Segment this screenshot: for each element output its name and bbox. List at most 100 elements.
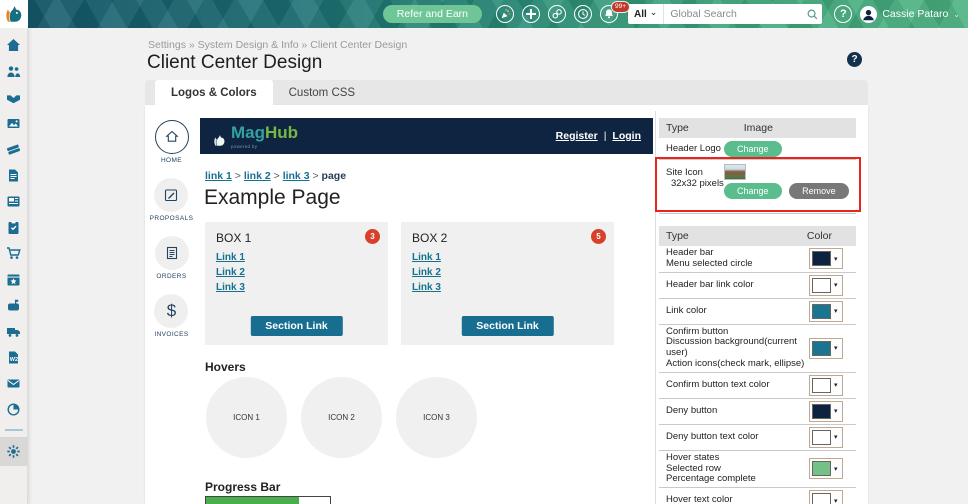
page-help-icon[interactable]: ? bbox=[847, 52, 862, 67]
color-picker-dropdown[interactable]: ▾ bbox=[809, 301, 843, 322]
change-site-icon-button[interactable]: Change bbox=[724, 183, 782, 199]
hover-icon-1[interactable]: ICON 1 bbox=[206, 377, 287, 458]
hover-icon-3[interactable]: ICON 3 bbox=[396, 377, 477, 458]
color-row-label: Hover text color bbox=[666, 495, 809, 504]
chain-link-icon bbox=[551, 8, 563, 20]
tab-logos-and-colors[interactable]: Logos & Colors bbox=[155, 80, 273, 105]
preview-breadcrumb-link[interactable]: link 2 bbox=[244, 170, 271, 182]
tab-custom-css[interactable]: Custom CSS bbox=[273, 80, 371, 105]
add-icon[interactable] bbox=[522, 5, 540, 23]
sidebar-item-reports[interactable] bbox=[6, 401, 22, 417]
color-picker-dropdown[interactable]: ▾ bbox=[809, 401, 843, 422]
color-row-header-bar: Header bar Menu selected circle ▾ bbox=[659, 246, 856, 273]
preview-boxes: BOX 1 3 Link 1 Link 2 Link 3 Section Lin… bbox=[205, 222, 655, 345]
search-scope-dropdown[interactable]: All ⌄ bbox=[628, 4, 664, 24]
notifications-bell-icon[interactable]: 99+ bbox=[600, 5, 618, 23]
color-picker-dropdown[interactable]: ▾ bbox=[809, 375, 843, 396]
auth-divider: | bbox=[604, 130, 607, 142]
hover-icon-2[interactable]: ICON 2 bbox=[301, 377, 382, 458]
calendar-star-icon bbox=[6, 272, 21, 287]
box-link[interactable]: Link 3 bbox=[412, 282, 603, 293]
color-swatch bbox=[812, 378, 831, 393]
sidebar-item-mailbox[interactable] bbox=[6, 297, 22, 313]
search-icon bbox=[806, 8, 819, 21]
envelope-icon bbox=[6, 376, 21, 391]
chevron-down-icon: ▾ bbox=[834, 465, 838, 473]
box-link[interactable]: Link 2 bbox=[216, 267, 377, 278]
color-picker-dropdown[interactable]: ▾ bbox=[809, 248, 843, 269]
preview-nav-invoices[interactable]: $ INVOICES bbox=[154, 294, 188, 338]
sidebar-item-media[interactable] bbox=[6, 115, 22, 131]
sidebar-item-events[interactable] bbox=[6, 271, 22, 287]
sidebar-item-w2-forms[interactable]: W2 bbox=[6, 349, 22, 365]
history-icon[interactable] bbox=[574, 5, 592, 23]
preview-breadcrumb-link[interactable]: link 3 bbox=[283, 170, 310, 182]
color-row-label: Action icons(check mark, ellipse) bbox=[666, 359, 809, 370]
notification-bubble-badge: 5 bbox=[591, 229, 606, 244]
tab-bar: Logos & Colors Custom CSS bbox=[145, 80, 868, 105]
handshake-icon bbox=[6, 90, 21, 105]
color-row-label: Header bar link color bbox=[666, 280, 809, 291]
box-link[interactable]: Link 2 bbox=[412, 267, 603, 278]
refer-and-earn-button[interactable]: Refer and Earn bbox=[383, 5, 482, 23]
color-row-label: Percentage complete bbox=[666, 474, 809, 485]
clipboard-check-icon bbox=[6, 220, 21, 235]
color-row-confirm-text: Confirm button text color ▾ bbox=[659, 373, 856, 399]
sidebar-item-orders[interactable] bbox=[6, 245, 22, 261]
chevron-down-icon: ▾ bbox=[834, 407, 838, 415]
dollar-icon: $ bbox=[167, 301, 176, 321]
breadcrumb-separator: > bbox=[274, 170, 280, 182]
topbar-icon-group: 99+ bbox=[496, 5, 618, 23]
sidebar-item-settings-selected[interactable] bbox=[0, 437, 28, 466]
sidebar-item-shipping[interactable] bbox=[6, 323, 22, 339]
section-link-button[interactable]: Section Link bbox=[250, 316, 342, 336]
color-picker-dropdown[interactable]: ▾ bbox=[809, 275, 843, 296]
preview-nav-orders[interactable]: ORDERS bbox=[155, 236, 189, 280]
color-picker-dropdown[interactable]: ▾ bbox=[809, 490, 843, 504]
sidebar-item-tickets[interactable] bbox=[6, 141, 22, 157]
celebrate-icon[interactable] bbox=[496, 5, 514, 23]
sidebar-item-deals[interactable] bbox=[6, 89, 22, 105]
notification-bubble-badge: 3 bbox=[365, 229, 380, 244]
sidebar-item-tasks[interactable] bbox=[6, 219, 22, 235]
section-link-button[interactable]: Section Link bbox=[461, 316, 553, 336]
color-picker-dropdown[interactable]: ▾ bbox=[809, 427, 843, 448]
color-picker-dropdown[interactable]: ▾ bbox=[809, 458, 843, 479]
preview-nav-home[interactable]: HOME bbox=[155, 120, 189, 164]
box-link[interactable]: Link 3 bbox=[216, 282, 377, 293]
preview-nav-proposals[interactable]: PROPOSALS bbox=[150, 178, 194, 222]
chevron-down-icon: ▾ bbox=[834, 255, 838, 263]
breadcrumb-separator: » bbox=[302, 39, 308, 51]
preview-mini-sidebar: HOME PROPOSALS bbox=[145, 105, 198, 504]
logos-and-colors-panel: HOME PROPOSALS bbox=[145, 105, 868, 504]
sidebar-item-publications[interactable] bbox=[6, 193, 22, 209]
login-link[interactable]: Login bbox=[612, 130, 641, 142]
table-row-header-logo: Header Logo Change bbox=[659, 138, 856, 160]
maghub-logo[interactable] bbox=[0, 0, 28, 28]
global-search-input[interactable] bbox=[664, 4, 802, 24]
box-link[interactable]: Link 1 bbox=[216, 252, 377, 263]
breadcrumb-settings[interactable]: Settings bbox=[148, 39, 186, 51]
preview-nav-label: INVOICES bbox=[154, 331, 188, 338]
home-outline-icon bbox=[164, 129, 180, 145]
color-picker-dropdown[interactable]: ▾ bbox=[809, 338, 843, 359]
preview-box-2: BOX 2 5 Link 1 Link 2 Link 3 Section Lin… bbox=[401, 222, 614, 345]
chevron-down-icon: ⌄ bbox=[953, 10, 960, 19]
mailbox-icon bbox=[6, 298, 21, 313]
hover-icons: ICON 1 ICON 2 ICON 3 bbox=[206, 377, 655, 458]
search-submit-button[interactable] bbox=[802, 4, 822, 24]
remove-site-icon-button[interactable]: Remove bbox=[789, 183, 849, 199]
breadcrumb-system-design[interactable]: System Design & Info bbox=[198, 39, 299, 51]
link-icon[interactable] bbox=[548, 5, 566, 23]
change-header-logo-button[interactable]: Change bbox=[724, 141, 782, 157]
sidebar-item-email[interactable] bbox=[6, 375, 22, 391]
sidebar-item-home[interactable] bbox=[6, 37, 22, 53]
preview-breadcrumb-link[interactable]: link 1 bbox=[205, 170, 232, 182]
preview-nav-label: PROPOSALS bbox=[150, 215, 194, 222]
sidebar-item-proposals[interactable] bbox=[6, 167, 22, 183]
help-icon[interactable]: ? bbox=[834, 5, 852, 23]
box-link[interactable]: Link 1 bbox=[412, 252, 603, 263]
register-link[interactable]: Register bbox=[556, 130, 598, 142]
sidebar-item-contacts[interactable] bbox=[6, 63, 22, 79]
user-menu[interactable]: Cassie Pataro ⌄ bbox=[860, 6, 960, 23]
